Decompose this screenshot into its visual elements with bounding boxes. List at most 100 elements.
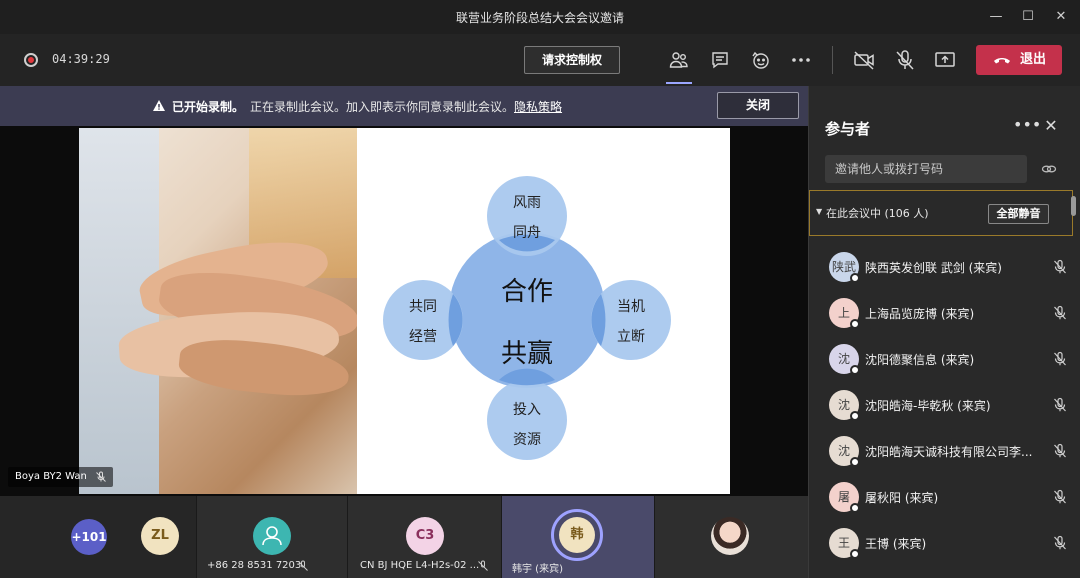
avatar-initials: 沈 bbox=[837, 444, 850, 458]
avatar-initials: 沈 bbox=[837, 398, 850, 412]
avatar bbox=[253, 517, 291, 555]
participant-row[interactable]: 屠 屠秋阳 (来宾) bbox=[809, 474, 1073, 520]
avatar: C3 bbox=[406, 517, 444, 555]
avatar: 沈 bbox=[829, 344, 860, 375]
maximize-icon[interactable]: ☐ bbox=[1017, 6, 1039, 28]
more-icon[interactable]: ••• bbox=[1013, 116, 1041, 136]
participant-tile[interactable] bbox=[655, 496, 808, 578]
shared-content-area: 合作 共赢 风雨 同舟 共同 经营 当机 立断 投入 资源 Boya BY2 W… bbox=[0, 126, 808, 496]
participant-row[interactable]: 王 王博 (来宾) bbox=[809, 520, 1073, 566]
cooperation-diagram: 合作 共赢 风雨 同舟 共同 经营 当机 立断 投入 资源 bbox=[383, 176, 671, 460]
participant-row[interactable]: 沈 沈阳德聚信息 (来宾) bbox=[809, 336, 1073, 382]
minimize-icon[interactable]: — bbox=[985, 6, 1007, 28]
presence-dot bbox=[850, 457, 860, 467]
close-banner-button[interactable]: 关闭 bbox=[717, 92, 799, 119]
shirt-sleeve bbox=[79, 128, 159, 494]
participant-name: 王博 (来宾) bbox=[865, 537, 927, 551]
section-label: 在此会议中 (106 人) bbox=[826, 207, 929, 220]
left-text-1: 共同 bbox=[409, 299, 437, 315]
hang-up-icon bbox=[994, 58, 1010, 64]
participant-tile-speaking[interactable]: 韩 韩宇 (来宾) bbox=[502, 496, 654, 578]
avatar-initials: 屠 bbox=[837, 490, 850, 504]
recording-indicator-icon bbox=[24, 53, 38, 67]
presenter-name-tag: Boya BY2 Wan bbox=[8, 467, 113, 487]
avatar-photo bbox=[711, 517, 749, 555]
leave-label: 退出 bbox=[1020, 52, 1047, 67]
mic-muted-icon bbox=[96, 471, 106, 482]
warning-icon bbox=[153, 100, 165, 111]
chevron-down-icon[interactable]: ▼ bbox=[816, 207, 822, 216]
raise-hand-icon[interactable] bbox=[749, 48, 773, 72]
mic-muted-icon[interactable] bbox=[1052, 489, 1068, 505]
avatar-initials: 沈 bbox=[837, 352, 850, 366]
meeting-toolbar: 04:39:29 请求控制权 退出 bbox=[0, 34, 1080, 86]
teams-meeting-window: 联营业务阶段总结大会会议邀请 — ☐ ✕ 04:39:29 请求控制权 退出 已… bbox=[0, 0, 1080, 578]
presentation-slide: 合作 共赢 风雨 同舟 共同 经营 当机 立断 投入 资源 bbox=[357, 128, 730, 494]
scrollbar[interactable] bbox=[1071, 196, 1076, 216]
tile-name: +86 28 8531 7203 bbox=[207, 560, 302, 571]
participant-row[interactable]: 上 上海品览庞博 (来宾) bbox=[809, 290, 1073, 336]
privacy-policy-link[interactable]: 隐私策略 bbox=[514, 100, 562, 114]
participant-name: 沈阳皓海-毕乾秋 (来宾) bbox=[865, 399, 991, 413]
recording-banner: 已开始录制。 正在录制此会议。加入即表示你同意录制此会议。隐私策略 关闭 bbox=[0, 86, 808, 126]
avatar: 陕武 bbox=[829, 252, 860, 283]
participant-tile[interactable]: C3 CN BJ HQE L4-H2s-02 ... bbox=[348, 496, 501, 578]
participant-row[interactable]: 沈 沈阳皓海-毕乾秋 (来宾) bbox=[809, 382, 1073, 428]
in-meeting-section[interactable]: ▼ 在此会议中 (106 人) 全部静音 bbox=[809, 190, 1073, 236]
participant-name: 上海品览庞博 (来宾) bbox=[865, 307, 975, 321]
more-icon[interactable] bbox=[789, 48, 813, 72]
toolbar-separator bbox=[832, 46, 833, 74]
mic-muted-icon[interactable] bbox=[1052, 535, 1068, 551]
participants-icon[interactable] bbox=[667, 48, 691, 72]
recording-started-text: 已开始录制。 bbox=[172, 100, 245, 114]
stacked-hands-image bbox=[79, 128, 357, 494]
meeting-timer: 04:39:29 bbox=[52, 52, 110, 66]
leave-button[interactable]: 退出 bbox=[976, 45, 1062, 75]
chat-icon[interactable] bbox=[708, 48, 732, 72]
close-icon[interactable]: ✕ bbox=[1050, 6, 1072, 28]
tile-name: CN BJ HQE L4-H2s-02 ... bbox=[360, 560, 480, 571]
mic-muted-icon bbox=[298, 560, 308, 571]
request-control-button[interactable]: 请求控制权 bbox=[524, 46, 620, 74]
share-link-icon[interactable] bbox=[1041, 161, 1057, 177]
avatar-initials: 上 bbox=[837, 306, 850, 320]
bottom-text-1: 投入 bbox=[513, 402, 541, 418]
presence-dot bbox=[850, 549, 860, 559]
top-text-1: 风雨 bbox=[513, 195, 541, 211]
participant-row[interactable]: 陕武 陕西英发创联 武剑 (来宾) bbox=[809, 244, 1073, 290]
avatar: 屠 bbox=[829, 482, 860, 513]
mic-muted-icon[interactable] bbox=[1052, 305, 1068, 321]
mute-all-button[interactable]: 全部静音 bbox=[988, 204, 1049, 224]
active-tab-indicator bbox=[666, 82, 692, 84]
camera-off-icon[interactable] bbox=[852, 48, 876, 72]
participant-name: 沈阳德聚信息 (来宾) bbox=[865, 353, 975, 367]
mic-muted-icon[interactable] bbox=[1052, 443, 1068, 459]
presence-dot bbox=[850, 503, 860, 513]
mic-muted-icon bbox=[478, 560, 488, 571]
center-text-2: 共赢 bbox=[501, 339, 553, 369]
mic-muted-icon[interactable] bbox=[1052, 351, 1068, 367]
panel-title: 参与者 bbox=[825, 120, 871, 138]
participant-row[interactable]: 沈 沈阳皓海天诚科技有限公司李... bbox=[809, 428, 1073, 474]
bottom-text-2: 资源 bbox=[513, 432, 541, 448]
participant-tile[interactable]: +101 ZL bbox=[0, 496, 196, 578]
avatar: 王 bbox=[829, 528, 860, 559]
avatar: 上 bbox=[829, 298, 860, 329]
share-screen-icon[interactable] bbox=[933, 48, 957, 72]
presence-dot bbox=[850, 319, 860, 329]
invite-input[interactable] bbox=[825, 155, 1027, 183]
presence-dot bbox=[850, 273, 860, 283]
avatar-initials: 陕武 bbox=[831, 260, 856, 274]
participant-tile[interactable]: +86 28 8531 7203 bbox=[197, 496, 347, 578]
presence-dot bbox=[850, 411, 860, 421]
participant-name: 陕西英发创联 武剑 (来宾) bbox=[865, 261, 1002, 275]
presenter-name: Boya BY2 Wan bbox=[15, 471, 87, 482]
center-text-1: 合作 bbox=[501, 277, 553, 307]
mic-off-icon[interactable] bbox=[893, 48, 917, 72]
mic-muted-icon[interactable] bbox=[1052, 397, 1068, 413]
overflow-count-badge[interactable]: +101 bbox=[71, 519, 107, 555]
tile-name: 韩宇 (来宾) bbox=[512, 564, 563, 575]
mic-muted-icon[interactable] bbox=[1052, 259, 1068, 275]
recording-notice: 正在录制此会议。加入即表示你同意录制此会议。 bbox=[250, 100, 515, 114]
close-icon[interactable]: ✕ bbox=[1041, 116, 1061, 136]
